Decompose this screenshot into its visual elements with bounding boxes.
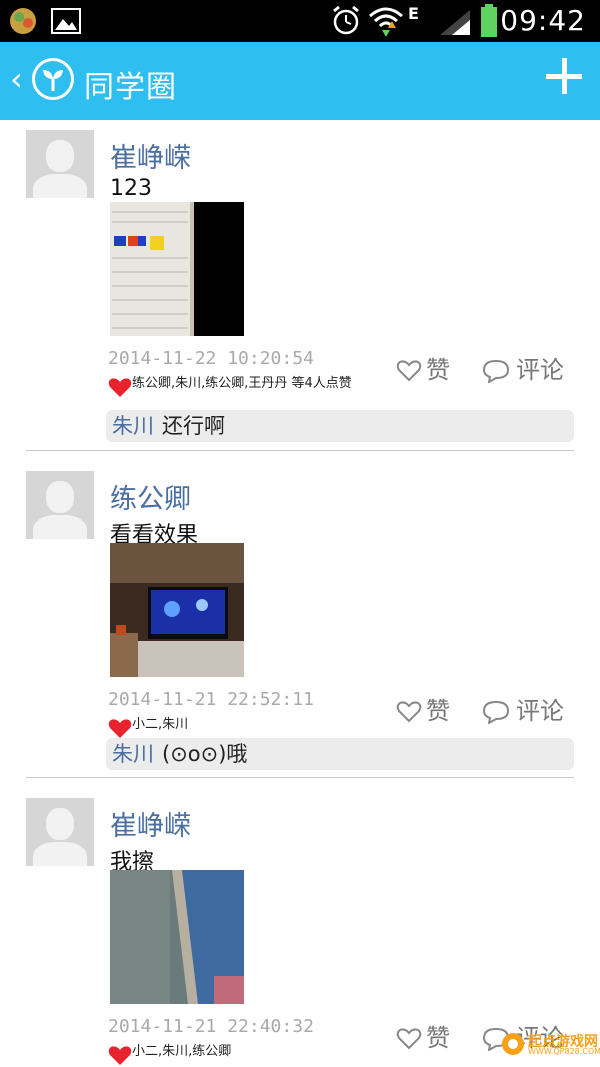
post-photo[interactable] bbox=[110, 870, 244, 1004]
likers-list: 小二,朱川 bbox=[108, 717, 368, 738]
post-timestamp: 2014-11-22 10:20:54 bbox=[108, 348, 314, 369]
wifi-icon bbox=[369, 7, 403, 37]
heart-icon bbox=[108, 378, 132, 397]
heart-outline-icon bbox=[396, 1028, 422, 1050]
comment-bubble-icon bbox=[482, 359, 510, 383]
divider bbox=[26, 450, 574, 451]
signal-icon bbox=[440, 10, 470, 35]
likers-list: 小二,朱川,练公卿 bbox=[108, 1044, 368, 1065]
battery-icon bbox=[481, 4, 497, 37]
like-button[interactable]: 赞 bbox=[396, 350, 450, 385]
post-content: 123 bbox=[110, 176, 152, 201]
feed-post: 崔峥嵘 123 2014-11-22 10:20:54 赞 评论 练公卿,朱川,… bbox=[0, 120, 600, 451]
comment-button[interactable]: 评论 bbox=[482, 350, 564, 385]
post-timestamp: 2014-11-21 22:40:32 bbox=[108, 1016, 314, 1037]
back-chevron-icon[interactable]: ‹ bbox=[10, 60, 23, 98]
post-author[interactable]: 崔峥嵘 bbox=[110, 136, 191, 175]
feed-post: 练公卿 看看效果 2014-11-21 22:52:11 赞 评论 小二,朱川 … bbox=[0, 461, 600, 778]
image-notification-icon bbox=[51, 8, 81, 34]
comment-item: 朱川 (⊙o⊙)哦 bbox=[106, 738, 574, 770]
comment-item: 朱川 还行啊 bbox=[106, 410, 574, 442]
post-photo[interactable] bbox=[110, 202, 244, 336]
comment-bubble-icon bbox=[482, 700, 510, 724]
post-author[interactable]: 崔峥嵘 bbox=[110, 804, 191, 843]
avatar[interactable] bbox=[26, 471, 94, 539]
post-timestamp: 2014-11-21 22:52:11 bbox=[108, 689, 314, 710]
add-post-button[interactable] bbox=[544, 56, 584, 96]
heart-outline-icon bbox=[396, 360, 422, 382]
heart-outline-icon bbox=[396, 701, 422, 723]
app-notification-icon bbox=[10, 8, 36, 34]
comment-text: 还行啊 bbox=[162, 414, 225, 438]
sprout-logo-icon[interactable] bbox=[32, 58, 74, 100]
site-watermark: 起点游戏网 WWW.QP828.COM bbox=[500, 1025, 600, 1061]
alarm-icon bbox=[333, 5, 359, 35]
like-button[interactable]: 赞 bbox=[396, 1018, 450, 1053]
divider bbox=[26, 777, 574, 778]
avatar[interactable] bbox=[26, 130, 94, 198]
likers-list: 练公卿,朱川,练公卿,王丹丹 等4人点赞 bbox=[108, 376, 368, 397]
clock: 09:42 bbox=[500, 4, 586, 37]
network-type: E bbox=[408, 4, 419, 23]
post-photo[interactable] bbox=[110, 543, 244, 677]
comment-author[interactable]: 朱川 bbox=[112, 414, 154, 438]
heart-icon bbox=[108, 719, 132, 738]
heart-icon bbox=[108, 1046, 132, 1065]
comment-button[interactable]: 评论 bbox=[482, 691, 564, 726]
page-title: 同学圈 bbox=[84, 70, 177, 105]
avatar[interactable] bbox=[26, 798, 94, 866]
comment-author[interactable]: 朱川 bbox=[112, 742, 154, 766]
app-bar: ‹ 同学圈 bbox=[0, 42, 600, 120]
post-author[interactable]: 练公卿 bbox=[110, 477, 191, 516]
watermark-logo-icon bbox=[502, 1033, 524, 1055]
status-bar: E 09:42 bbox=[0, 0, 600, 42]
comment-text: (⊙o⊙)哦 bbox=[162, 742, 248, 766]
like-button[interactable]: 赞 bbox=[396, 691, 450, 726]
